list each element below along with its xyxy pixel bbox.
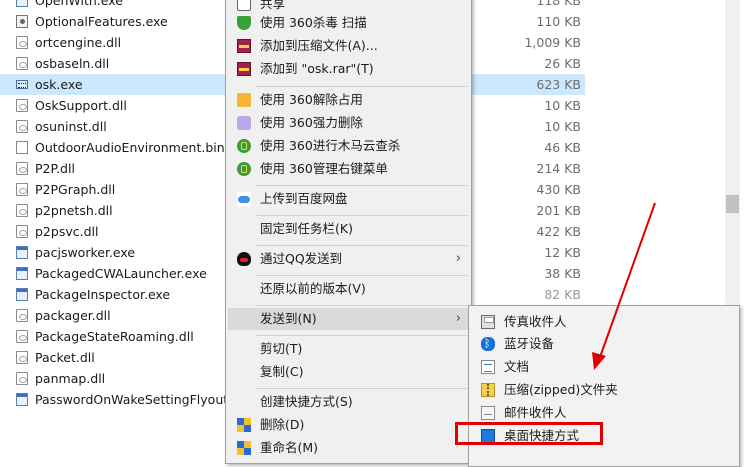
red-annotation-arrow: [592, 202, 656, 370]
